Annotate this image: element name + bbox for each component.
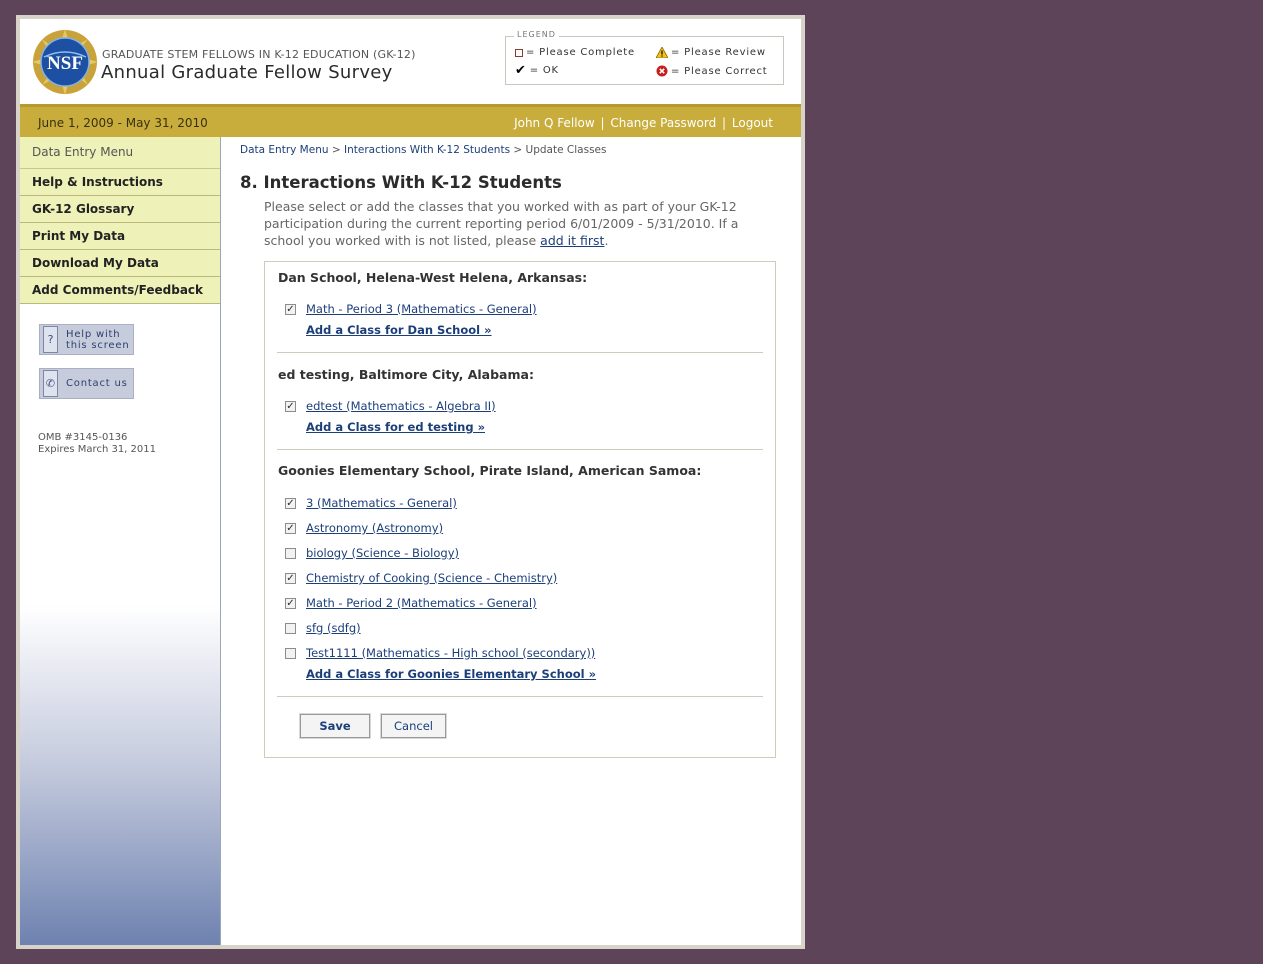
cancel-button[interactable]: Cancel xyxy=(380,713,447,739)
change-password-link[interactable]: Change Password xyxy=(610,116,716,130)
legend-ok-label: = OK xyxy=(529,65,559,76)
contact-us-button[interactable]: ✆ Contact us xyxy=(39,368,134,399)
breadcrumb-separator: > xyxy=(513,144,523,156)
classes-panel: Dan School, Helena-West Helena, Arkansas… xyxy=(264,261,776,758)
class-link[interactable]: 3 (Mathematics - General) xyxy=(306,496,457,510)
user-name-link[interactable]: John Q Fellow xyxy=(514,116,595,130)
school-title: ed testing, Baltimore City, Alabama: xyxy=(278,367,534,382)
sidebar-item-comments-feedback[interactable]: Add Comments/Feedback xyxy=(20,277,220,304)
empty-box-icon xyxy=(515,48,523,57)
breadcrumb-interactions[interactable]: Interactions With K-12 Students xyxy=(344,144,510,156)
warning-icon xyxy=(656,47,668,58)
legend-please-complete-label: = Please Complete xyxy=(526,47,635,58)
class-checkbox[interactable]: ✓ xyxy=(285,303,296,315)
add-class-link[interactable]: Add a Class for Goonies Elementary Schoo… xyxy=(306,667,596,681)
logo-text: NSF xyxy=(47,53,83,74)
sidebar-item-download-data[interactable]: Download My Data xyxy=(20,250,220,277)
class-link[interactable]: Math - Period 2 (Mathematics - General) xyxy=(306,596,537,610)
omb-notice: OMB #3145-0136 Expires March 31, 2011 xyxy=(38,432,156,456)
survey-title: Annual Graduate Fellow Survey xyxy=(101,62,393,83)
sidebar-item-glossary[interactable]: GK-12 Glossary xyxy=(20,196,220,223)
class-checkbox[interactable]: ✓ xyxy=(285,400,296,412)
user-links: John Q Fellow | Change Password | Logout xyxy=(514,116,773,130)
top-bar: June 1, 2009 - May 31, 2010 John Q Fello… xyxy=(20,104,801,137)
sidebar-item-help-instructions[interactable]: Help & Instructions xyxy=(20,169,220,196)
school-title: Goonies Elementary School, Pirate Island… xyxy=(278,463,702,478)
section-divider xyxy=(277,449,763,450)
class-link[interactable]: Astronomy (Astronomy) xyxy=(306,521,443,535)
legend-title: LEGEND xyxy=(514,30,559,39)
add-class-link[interactable]: Add a Class for Dan School » xyxy=(306,323,492,337)
intro-text: Please select or add the classes that yo… xyxy=(264,198,764,249)
help-line-1: Help with xyxy=(66,328,121,340)
class-link[interactable]: biology (Science - Biology) xyxy=(306,546,459,560)
page-title: 8. Interactions With K-12 Students xyxy=(240,173,562,192)
class-row: ✓ 3 (Mathematics - General) xyxy=(285,496,457,510)
class-row: Test1111 (Mathematics - High school (sec… xyxy=(285,646,595,660)
class-row: ✓ Math - Period 3 (Mathematics - General… xyxy=(285,302,537,316)
breadcrumb-data-entry-menu[interactable]: Data Entry Menu xyxy=(240,144,329,156)
class-link[interactable]: sfg (sdfg) xyxy=(306,621,361,635)
breadcrumb-current: Update Classes xyxy=(525,144,607,156)
checkmark-icon: ✔ xyxy=(515,62,527,78)
intro-end: . xyxy=(604,233,609,248)
class-row: ✓ Math - Period 2 (Mathematics - General… xyxy=(285,596,537,610)
class-checkbox[interactable]: ✓ xyxy=(285,497,296,509)
add-school-link[interactable]: add it first xyxy=(540,233,604,248)
reporting-period: June 1, 2009 - May 31, 2010 xyxy=(38,116,208,130)
class-checkbox[interactable] xyxy=(285,547,296,559)
intro-body: Please select or add the classes that yo… xyxy=(264,199,739,248)
sidebar-item-print-data[interactable]: Print My Data xyxy=(20,223,220,250)
section-divider xyxy=(277,696,763,697)
page: NSF GRADUATE STEM FELLOWS IN K-12 EDUCAT… xyxy=(20,19,801,945)
nsf-logo: NSF xyxy=(32,29,98,95)
legend-please-correct: = Please Correct xyxy=(656,65,768,77)
class-checkbox[interactable]: ✓ xyxy=(285,522,296,534)
sidebar: Data Entry Menu Help & Instructions GK-1… xyxy=(20,137,221,945)
class-link[interactable]: Math - Period 3 (Mathematics - General) xyxy=(306,302,537,316)
breadcrumb-separator: > xyxy=(331,144,341,156)
legend-ok: ✔ = OK xyxy=(515,62,559,78)
program-subtitle: GRADUATE STEM FELLOWS IN K-12 EDUCATION … xyxy=(102,48,416,61)
question-icon: ? xyxy=(43,326,58,353)
class-checkbox[interactable] xyxy=(285,647,296,659)
help-with-screen-button[interactable]: ? Help with this screen xyxy=(39,324,134,355)
separator: | xyxy=(722,116,727,130)
school-title: Dan School, Helena-West Helena, Arkansas… xyxy=(278,270,588,285)
breadcrumb: Data Entry Menu > Interactions With K-12… xyxy=(240,144,606,156)
legend-please-review-label: = Please Review xyxy=(671,47,766,58)
outer-frame: NSF GRADUATE STEM FELLOWS IN K-12 EDUCAT… xyxy=(16,15,805,949)
help-line-2: this screen xyxy=(66,339,130,351)
class-row: biology (Science - Biology) xyxy=(285,546,459,560)
omb-number: OMB #3145-0136 xyxy=(38,432,128,443)
legend-please-complete: = Please Complete xyxy=(515,47,635,58)
class-link[interactable]: Chemistry of Cooking (Science - Chemistr… xyxy=(306,571,557,585)
error-icon xyxy=(656,65,668,77)
contact-us-label: Contact us xyxy=(66,378,128,389)
legend-please-correct-label: = Please Correct xyxy=(671,65,768,77)
logout-link[interactable]: Logout xyxy=(732,116,773,130)
main-content: Data Entry Menu > Interactions With K-12… xyxy=(221,137,801,945)
separator: | xyxy=(600,116,605,130)
class-checkbox[interactable]: ✓ xyxy=(285,597,296,609)
save-button[interactable]: Save xyxy=(299,713,371,739)
class-checkbox[interactable]: ✓ xyxy=(285,572,296,584)
section-divider xyxy=(277,352,763,353)
add-class-link[interactable]: Add a Class for ed testing » xyxy=(306,420,485,434)
class-row: ✓ Astronomy (Astronomy) xyxy=(285,521,443,535)
legend-please-review: = Please Review xyxy=(656,47,766,58)
omb-expiry: Expires March 31, 2011 xyxy=(38,444,156,455)
data-entry-menu-link[interactable]: Data Entry Menu xyxy=(20,137,220,169)
class-link[interactable]: Test1111 (Mathematics - High school (sec… xyxy=(306,646,595,660)
class-row: sfg (sdfg) xyxy=(285,621,361,635)
phone-icon: ✆ xyxy=(43,370,58,397)
legend-box: LEGEND = Please Complete ✔ = OK = Please… xyxy=(505,30,784,85)
class-row: ✓ Chemistry of Cooking (Science - Chemis… xyxy=(285,571,557,585)
class-row: ✓ edtest (Mathematics - Algebra II) xyxy=(285,399,496,413)
header: NSF GRADUATE STEM FELLOWS IN K-12 EDUCAT… xyxy=(20,19,801,104)
class-link[interactable]: edtest (Mathematics - Algebra II) xyxy=(306,399,496,413)
class-checkbox[interactable] xyxy=(285,622,296,634)
